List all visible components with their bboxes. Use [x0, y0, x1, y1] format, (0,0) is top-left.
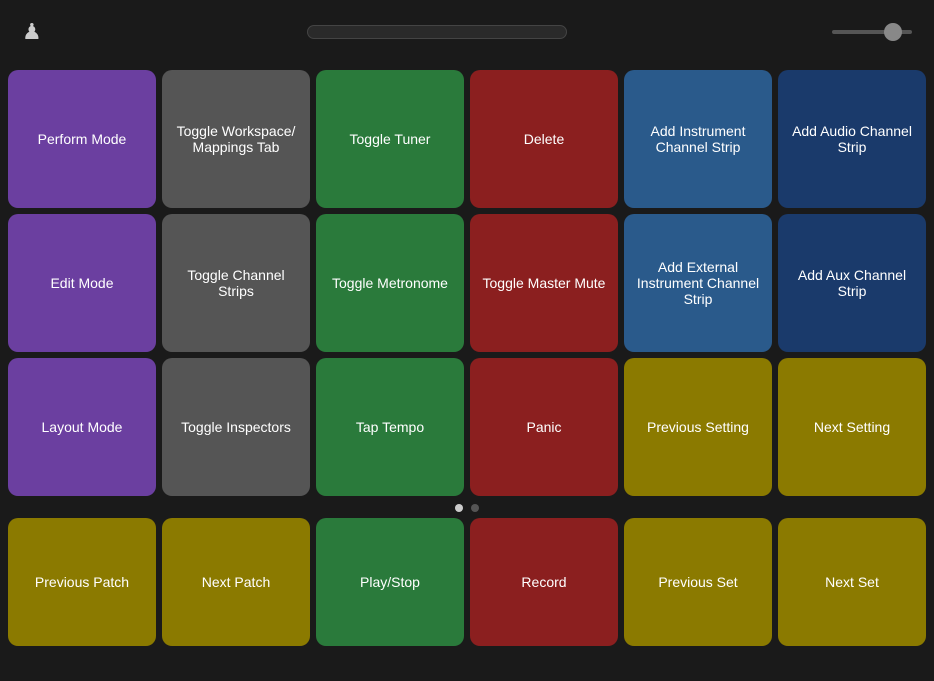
grid-cell-r2-c1[interactable]: Toggle Inspectors: [162, 358, 310, 496]
volume-area: [832, 30, 912, 34]
grid-cell-r0-c1[interactable]: Toggle Workspace/ Mappings Tab: [162, 70, 310, 208]
performer-button[interactable]: ♟: [22, 19, 42, 45]
main-grid-area: Perform ModeToggle Workspace/ Mappings T…: [0, 64, 934, 496]
chevron-up-button[interactable]: [320, 30, 332, 34]
performer-icon: ♟: [22, 19, 42, 44]
grid-cell-r0-c2[interactable]: Toggle Tuner: [316, 70, 464, 208]
grid-cell-r0-c0[interactable]: Perform Mode: [8, 70, 156, 208]
header-center: [307, 25, 567, 39]
grid-cell-r1-c1[interactable]: Toggle Channel Strips: [162, 214, 310, 352]
chevron-down-button[interactable]: [542, 30, 554, 34]
bottom-cell-3[interactable]: Record: [470, 518, 618, 646]
bottom-cell-4[interactable]: Previous Set: [624, 518, 772, 646]
page-dot-0[interactable]: [455, 504, 463, 512]
bottom-cell-0[interactable]: Previous Patch: [8, 518, 156, 646]
grid-cell-r2-c3[interactable]: Panic: [470, 358, 618, 496]
grid-cell-r1-c0[interactable]: Edit Mode: [8, 214, 156, 352]
volume-bar[interactable]: [832, 30, 912, 34]
grid-cell-r2-c2[interactable]: Tap Tempo: [316, 358, 464, 496]
page-dot-1[interactable]: [471, 504, 479, 512]
grid-cell-r0-c4[interactable]: Add Instrument Channel Strip: [624, 70, 772, 208]
grid-cell-r1-c5[interactable]: Add Aux Channel Strip: [778, 214, 926, 352]
volume-knob[interactable]: [884, 23, 902, 41]
grid-cell-r0-c5[interactable]: Add Audio Channel Strip: [778, 70, 926, 208]
header-left: ♟: [12, 19, 42, 45]
grid-cell-r1-c4[interactable]: Add External Instrument Channel Strip: [624, 214, 772, 352]
header-right: [832, 30, 922, 34]
bottom-cell-1[interactable]: Next Patch: [162, 518, 310, 646]
grid-cell-r1-c3[interactable]: Toggle Master Mute: [470, 214, 618, 352]
header: ♟: [0, 0, 934, 64]
main-grid: Perform ModeToggle Workspace/ Mappings T…: [8, 70, 926, 496]
grid-cell-r2-c5[interactable]: Next Setting: [778, 358, 926, 496]
bottom-cell-5[interactable]: Next Set: [778, 518, 926, 646]
grid-cell-r1-c2[interactable]: Toggle Metronome: [316, 214, 464, 352]
bottom-bar: Previous PatchNext PatchPlay/StopRecordP…: [0, 518, 934, 654]
grid-cell-r0-c3[interactable]: Delete: [470, 70, 618, 208]
grid-cell-r2-c0[interactable]: Layout Mode: [8, 358, 156, 496]
grid-cell-r2-c4[interactable]: Previous Setting: [624, 358, 772, 496]
page-dots: [0, 496, 934, 518]
bottom-cell-2[interactable]: Play/Stop: [316, 518, 464, 646]
